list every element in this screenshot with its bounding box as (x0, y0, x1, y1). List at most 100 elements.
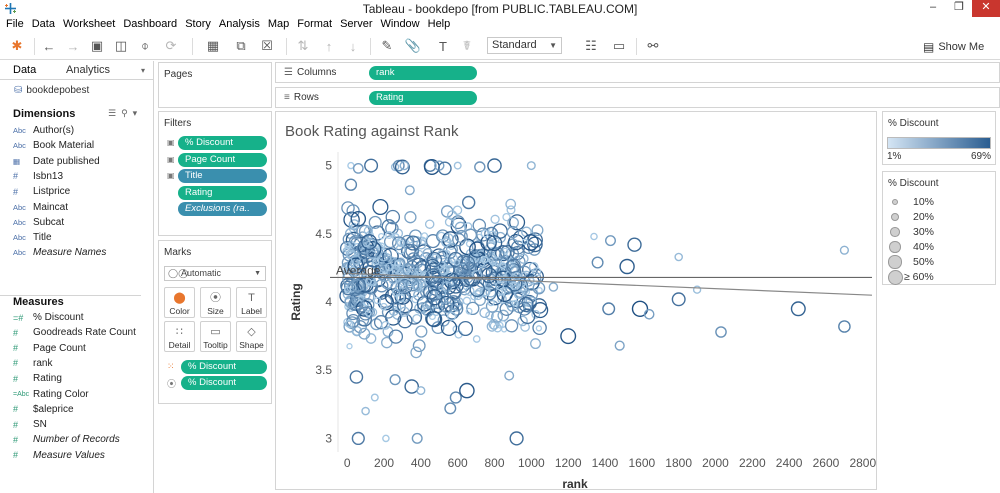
pages-card[interactable]: Pages (158, 62, 272, 108)
data-point[interactable] (416, 386, 426, 396)
data-point[interactable] (590, 232, 598, 241)
data-point[interactable] (370, 393, 379, 402)
mark-pill[interactable]: % Discount (181, 376, 267, 390)
filter-pill[interactable]: Exclusions (ra.. (178, 202, 267, 216)
data-point[interactable] (389, 374, 401, 386)
menu-file[interactable]: File (0, 17, 28, 33)
mark-label-button[interactable]: T Label (236, 287, 267, 318)
worksheet-view[interactable]: Book Rating against Rank 3 3.5 4 4.5 5 0 200 400… (275, 111, 877, 491)
data-point[interactable] (602, 302, 616, 316)
data-point[interactable] (452, 205, 463, 215)
mark-tooltip-button[interactable]: ▭ Tooltip (200, 321, 231, 352)
data-point[interactable] (619, 258, 635, 275)
rows-pill-rating[interactable]: Rating (369, 91, 477, 105)
data-point[interactable] (504, 370, 515, 381)
measure-field[interactable]: # $aleprice (13, 402, 148, 417)
measure-field[interactable]: =Abc Rating Color (13, 387, 148, 402)
data-point[interactable] (548, 282, 559, 292)
share-icon[interactable]: ⚯ (644, 38, 662, 54)
data-point[interactable] (364, 158, 379, 173)
data-point[interactable] (472, 335, 481, 343)
minimize-button[interactable]: – (920, 0, 946, 17)
data-point[interactable] (715, 326, 727, 338)
group-icon[interactable]: 📎 (404, 38, 422, 54)
mark-pill[interactable]: % Discount (181, 360, 267, 374)
close-button[interactable]: ✕ (972, 0, 1000, 17)
measure-field[interactable]: =# % Discount (13, 310, 148, 325)
measure-field[interactable]: # Goodreads Rate Count (13, 325, 148, 340)
data-point[interactable] (627, 237, 642, 252)
measure-field[interactable]: # rank (13, 356, 148, 371)
data-point[interactable] (411, 432, 423, 444)
columns-shelf[interactable]: ☰ Columns rank (275, 62, 1000, 83)
data-point[interactable] (535, 325, 543, 332)
measure-field[interactable]: # SN (13, 417, 148, 432)
data-point[interactable] (351, 431, 365, 446)
data-point[interactable] (512, 229, 529, 246)
data-point[interactable] (453, 161, 462, 170)
menu-help[interactable]: Help (424, 17, 455, 33)
data-point[interactable] (424, 219, 435, 229)
menu-worksheet[interactable]: Worksheet (59, 17, 119, 33)
dimension-field[interactable]: Abc Subcat (13, 215, 148, 230)
clear-sheet-icon[interactable]: ☒ (258, 38, 276, 54)
data-point[interactable] (671, 292, 686, 307)
menu-map[interactable]: Map (264, 17, 293, 33)
mark-size-button[interactable]: ⦿ Size (200, 287, 231, 318)
filters-card[interactable]: Filters ▣% Discount ▣ Page Count ▣ Title Rati… (158, 111, 272, 236)
menu-analysis[interactable]: Analysis (215, 17, 264, 33)
menu-dashboard[interactable]: Dashboard (119, 17, 181, 33)
data-point[interactable] (591, 256, 604, 269)
data-point[interactable] (372, 198, 389, 216)
data-point[interactable] (410, 346, 423, 359)
new-datasource-icon[interactable]: ◫ (112, 38, 130, 54)
card-visibility-icon[interactable]: ☷ (582, 38, 600, 54)
presentation-mode-icon[interactable]: ▭ (610, 38, 628, 54)
restore-button[interactable]: ❐ (946, 0, 972, 17)
mark-detail-button[interactable]: ∷ Detail (164, 321, 195, 352)
swap-icon[interactable]: ⇅ (294, 38, 312, 54)
data-point[interactable] (382, 434, 390, 443)
pane-menu-icon[interactable]: ▾ (141, 66, 145, 75)
data-point[interactable] (490, 214, 500, 224)
mark-color-button[interactable]: ⬤ Color (164, 287, 195, 318)
dimension-field[interactable]: Abc Measure Names (13, 245, 148, 260)
data-point[interactable] (361, 406, 370, 416)
datasource-icon[interactable]: ⌽ (136, 38, 154, 54)
sort-asc-icon[interactable]: ↑ (320, 38, 338, 54)
menu-story[interactable]: Story (181, 17, 215, 33)
filter-pill[interactable]: Page Count (178, 152, 267, 167)
data-point[interactable] (838, 320, 851, 333)
data-point[interactable] (560, 328, 577, 345)
dimension-field[interactable]: Abc Title (13, 230, 148, 245)
dimension-field[interactable]: # Isbn13 (13, 169, 148, 184)
data-point[interactable] (352, 163, 364, 174)
undo-icon[interactable]: ← (40, 38, 58, 54)
data-point[interactable] (530, 338, 541, 350)
menu-format[interactable]: Format (293, 17, 336, 33)
color-legend[interactable]: % Discount 1% 69% (882, 111, 996, 165)
data-point[interactable] (532, 320, 547, 336)
data-point[interactable] (504, 319, 519, 333)
data-point[interactable] (452, 233, 466, 247)
data-point[interactable] (674, 252, 684, 262)
fit-select[interactable]: Standard ▼ (487, 37, 562, 54)
sort-desc-icon[interactable]: ↓ (344, 38, 362, 54)
show-me-button[interactable]: ▤ Show Me (923, 38, 984, 55)
data-point[interactable] (526, 161, 536, 171)
data-point[interactable] (614, 340, 625, 351)
data-point[interactable] (461, 195, 476, 210)
data-point[interactable] (459, 382, 475, 399)
data-point[interactable] (412, 339, 426, 353)
filter-pill[interactable]: Rating (178, 185, 267, 200)
data-point[interactable] (404, 211, 417, 224)
data-point[interactable] (449, 391, 462, 404)
dimension-field[interactable]: ▦ Date published (13, 154, 148, 169)
redo-icon[interactable]: → (64, 38, 82, 54)
rows-shelf[interactable]: ≡ Rows Rating (275, 87, 1000, 108)
dimensions-menu-icon[interactable]: ▾ (133, 108, 138, 119)
data-point[interactable] (487, 158, 502, 173)
menu-data[interactable]: Data (28, 17, 59, 33)
duplicate-icon[interactable]: ⧉ (232, 38, 250, 54)
datasource-item[interactable]: ⛁ bookdepobest (14, 85, 89, 96)
